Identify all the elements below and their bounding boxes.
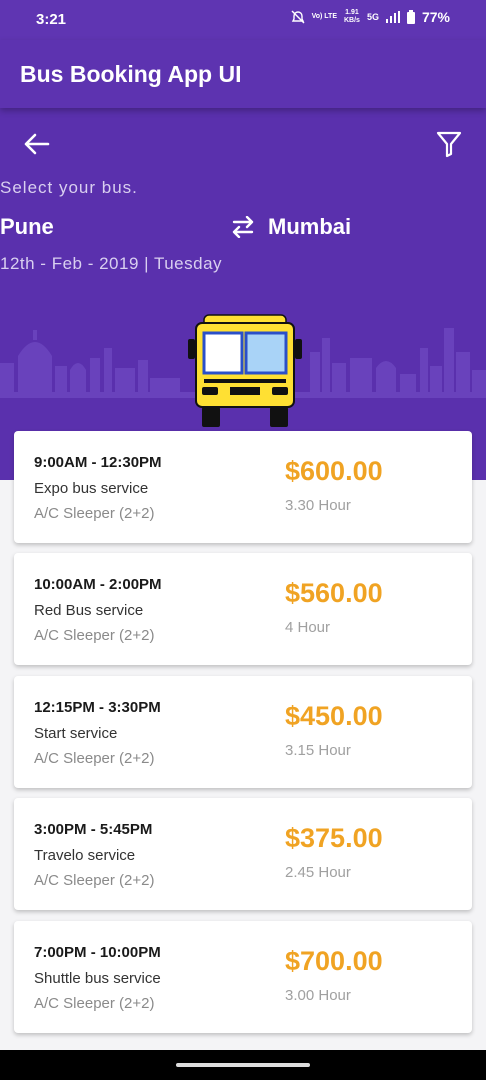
- swap-icon[interactable]: [230, 216, 256, 238]
- bus-seat-type: A/C Sleeper (2+2): [34, 750, 155, 767]
- filter-icon[interactable]: [436, 130, 462, 158]
- bus-time: 7:00PM - 10:00PM: [34, 944, 161, 961]
- bus-seat-type: A/C Sleeper (2+2): [34, 627, 155, 644]
- bus-name: Expo bus service: [34, 480, 149, 497]
- bus-duration: 3.30 Hour: [285, 497, 351, 514]
- bus-price: $450.00: [285, 701, 383, 731]
- mute-icon: [291, 10, 305, 24]
- bus-seat-type: A/C Sleeper (2+2): [34, 872, 155, 889]
- network-type: 5G: [366, 12, 379, 22]
- network-speed: 1.91 KB/s: [344, 9, 360, 24]
- battery-icon: [406, 10, 415, 24]
- bus-time: 12:15PM - 3:30PM: [34, 699, 161, 716]
- from-city[interactable]: Pune: [0, 214, 54, 240]
- to-city[interactable]: Mumbai: [268, 214, 351, 240]
- bus-time: 10:00AM - 2:00PM: [34, 576, 162, 593]
- arrow-left-icon[interactable]: [22, 132, 50, 156]
- bus-price: $375.00: [285, 823, 383, 853]
- status-icons: Vo) LTE 1.91 KB/s 5G 77%: [291, 9, 450, 25]
- route-header: Select your bus. Pune Mumbai 12th - Feb …: [0, 108, 486, 480]
- bus-card[interactable]: 3:00PM - 5:45PM Travelo service A/C Slee…: [14, 798, 472, 910]
- select-bus-label: Select your bus.: [0, 178, 138, 197]
- app-title: Bus Booking App UI: [20, 61, 242, 87]
- signal-icon: [385, 11, 400, 23]
- bus-seat-type: A/C Sleeper (2+2): [34, 995, 155, 1012]
- bus-time: 9:00AM - 12:30PM: [34, 454, 162, 471]
- home-gesture-handle[interactable]: [176, 1063, 310, 1067]
- bus-card[interactable]: 10:00AM - 2:00PM Red Bus service A/C Sle…: [14, 553, 472, 665]
- bus-illustration: [188, 314, 302, 427]
- bus-card[interactable]: 12:15PM - 3:30PM Start service A/C Sleep…: [14, 676, 472, 788]
- bus-duration: 2.45 Hour: [285, 864, 351, 881]
- bus-name: Shuttle bus service: [34, 970, 161, 987]
- travel-date: 12th - Feb - 2019 | Tuesday: [0, 254, 223, 273]
- bus-duration: 3.00 Hour: [285, 987, 351, 1004]
- bus-seat-type: A/C Sleeper (2+2): [34, 505, 155, 522]
- bus-price: $700.00: [285, 946, 383, 976]
- bus-name: Start service: [34, 725, 118, 742]
- system-nav-bar: [0, 1050, 486, 1080]
- status-time: 3:21: [36, 11, 67, 28]
- bus-duration: 3.15 Hour: [285, 742, 351, 759]
- bus-name: Travelo service: [34, 847, 136, 864]
- bus-name: Red Bus service: [34, 602, 144, 619]
- app-bar: Bus Booking App UI: [0, 40, 486, 108]
- status-bar: 3:21 Vo) LTE 1.91 KB/s 5G 77%: [0, 0, 486, 40]
- bus-duration: 4 Hour: [285, 619, 331, 636]
- volte-indicator: Vo) LTE: [311, 13, 337, 20]
- bus-card[interactable]: 9:00AM - 12:30PM Expo bus service A/C Sl…: [14, 431, 472, 543]
- bus-price: $560.00: [285, 578, 383, 608]
- bus-price: $600.00: [285, 456, 383, 486]
- battery-percent: 77%: [421, 9, 450, 25]
- bus-card[interactable]: 7:00PM - 10:00PM Shuttle bus service A/C…: [14, 921, 472, 1033]
- bus-time: 3:00PM - 5:45PM: [34, 821, 153, 838]
